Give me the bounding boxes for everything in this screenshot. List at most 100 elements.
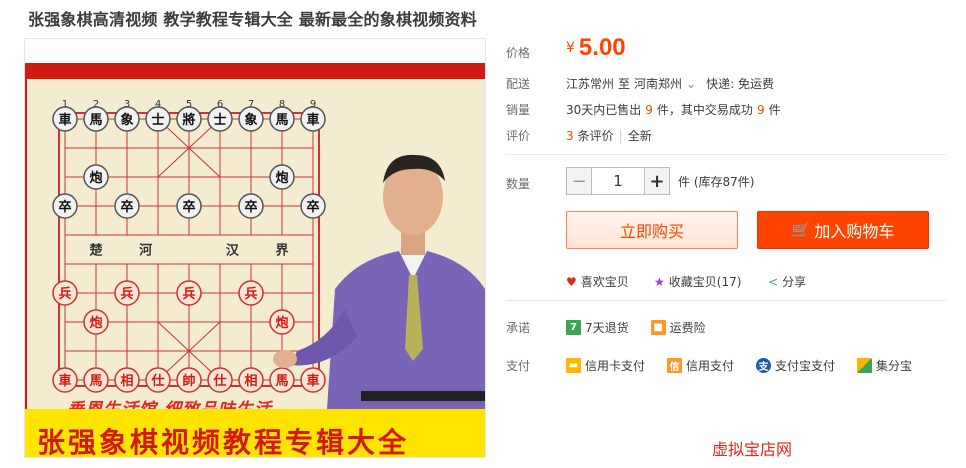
svg-text:車: 車 <box>58 112 71 128</box>
quantity-plus-button[interactable]: + <box>644 167 670 195</box>
reviews-label: 评价 <box>506 129 531 143</box>
svg-text:帥: 帥 <box>182 373 195 389</box>
share-label: 分享 <box>782 275 807 289</box>
favorite-button[interactable]: ★ 收藏宝贝(17) <box>654 273 741 290</box>
xiangqi-piece: 車 <box>300 106 326 132</box>
svg-text:仕: 仕 <box>212 373 226 389</box>
alipay-payment[interactable]: 支 支付宝支付 <box>756 357 835 374</box>
svg-text:卒: 卒 <box>182 199 195 215</box>
payment-label: 支付 <box>506 359 531 373</box>
shipping-info: 江苏常州 至 河南郑州 ⌄ 快递: 免运费 <box>566 75 774 92</box>
xiangqi-piece: 相 <box>114 367 140 393</box>
quantity-stepper: − 1 + 件 (库存87件) <box>566 166 754 196</box>
xiangqi-piece: 炮 <box>83 309 109 335</box>
promise-label: 承诺 <box>506 321 531 335</box>
review-count[interactable]: 3 <box>566 129 574 143</box>
xiangqi-piece: 卒 <box>300 193 326 219</box>
xiangqi-piece: 卒 <box>176 193 202 219</box>
xiangqi-piece: 車 <box>300 367 326 393</box>
xiangqi-piece: 士 <box>207 106 233 132</box>
buy-now-button[interactable]: 立即购买 <box>566 211 738 249</box>
xiangqi-piece: 象 <box>114 106 140 132</box>
payment-methods: ▬ 信用卡支付 信 信用支付 支 支付宝支付 集分宝 <box>566 357 934 374</box>
svg-text:兵: 兵 <box>58 286 71 302</box>
xiangqi-piece: 兵 <box>52 280 78 306</box>
sales-suffix: 件 <box>768 103 781 117</box>
store-link[interactable]: 虚拟宝店网 <box>712 436 792 460</box>
svg-text:相: 相 <box>244 373 257 389</box>
add-to-cart-button[interactable]: 🛒 加入购物车 <box>757 211 929 249</box>
xiangqi-piece: 車 <box>52 367 78 393</box>
shipping-insurance[interactable]: ■ 运费险 <box>650 319 706 336</box>
quantity-label: 数量 <box>506 177 531 191</box>
xiangqi-piece: 馬 <box>269 367 295 393</box>
shipping-insurance-label: 运费险 <box>669 321 706 335</box>
quantity-input[interactable]: 1 <box>592 167 644 195</box>
xiangqi-piece: 炮 <box>269 164 295 190</box>
sales-mid-text: 件，其中交易成功 <box>656 103 753 117</box>
image-banner-text: 张强象棋视频教程专辑大全 <box>37 426 410 458</box>
xiangqi-piece: 兵 <box>114 280 140 306</box>
svg-text:士: 士 <box>151 112 164 128</box>
svg-text:將: 將 <box>182 112 195 128</box>
svg-text:炮: 炮 <box>275 170 288 186</box>
credit-card-label: 信用卡支付 <box>585 359 646 373</box>
xiangqi-piece: 象 <box>238 106 264 132</box>
price-amount: 5.00 <box>578 34 626 61</box>
river-label: 楚 <box>89 243 103 259</box>
svg-text:車: 車 <box>306 373 319 389</box>
credit-pay-icon: 信 <box>667 358 683 373</box>
sales-success-count: 9 <box>756 102 765 117</box>
like-button[interactable]: ♥ 喜欢宝贝 <box>566 273 629 290</box>
svg-text:卒: 卒 <box>120 199 133 215</box>
svg-text:馬: 馬 <box>275 113 288 128</box>
share-button[interactable]: < 分享 <box>768 273 806 290</box>
promise-info: 7 7天退货 ■ 运费险 <box>566 319 728 336</box>
star-icon: ★ <box>654 274 665 289</box>
xiangqi-piece: 馬 <box>269 106 295 132</box>
svg-text:車: 車 <box>306 112 319 128</box>
seven-day-return-icon: 7 <box>566 320 581 335</box>
credit-payment[interactable]: 信 信用支付 <box>667 357 734 374</box>
credit-card-payment[interactable]: ▬ 信用卡支付 <box>566 357 645 374</box>
price-currency: ¥ <box>566 40 575 56</box>
review-condition: 全新 <box>627 129 652 143</box>
svg-text:卒: 卒 <box>58 199 71 215</box>
seven-day-return[interactable]: 7 7天退货 <box>566 319 629 336</box>
xiangqi-piece: 兵 <box>238 280 264 306</box>
shipping-destination-select[interactable]: 河南郑州 <box>634 75 682 92</box>
board-river-labels: 楚河汉界 <box>89 243 288 259</box>
seven-day-return-label: 7天退货 <box>585 321 629 335</box>
svg-text:炮: 炮 <box>275 315 288 331</box>
xiangqi-piece: 炮 <box>269 309 295 335</box>
product-title: 张强象棋高清视频 教学教程专辑大全 最新最全的象棋视频资料 <box>28 10 477 29</box>
svg-text:卒: 卒 <box>306 199 319 215</box>
alipay-label: 支付宝支付 <box>775 359 836 373</box>
review-separator: | <box>618 128 623 143</box>
xiangqi-board-panel: 123456789 車馬象士將士象馬車炮炮卒卒卒卒卒兵兵兵兵炮炮車馬相仕帥仕相馬… <box>27 79 485 420</box>
svg-text:兵: 兵 <box>244 286 257 302</box>
alipay-icon: 支 <box>756 358 772 373</box>
review-count-text[interactable]: 条评价 <box>578 127 614 144</box>
quantity-minus-button[interactable]: − <box>566 167 592 195</box>
xiangqi-piece: 卒 <box>114 193 140 219</box>
sales-prefix: 30天内已售出 <box>566 103 642 117</box>
xiangqi-piece: 卒 <box>52 193 78 219</box>
chevron-down-icon[interactable]: ⌄ <box>686 77 696 91</box>
cart-icon: 🛒 <box>791 221 811 239</box>
product-main-image[interactable]: 123456789 車馬象士將士象馬車炮炮卒卒卒卒卒兵兵兵兵炮炮車馬相仕帥仕相馬… <box>24 38 486 458</box>
svg-text:車: 車 <box>58 373 71 389</box>
xiangqi-piece: 車 <box>52 106 78 132</box>
svg-text:象: 象 <box>244 112 257 128</box>
jifenbao-icon <box>857 358 873 373</box>
svg-text:兵: 兵 <box>120 286 133 302</box>
xiangqi-piece: 士 <box>145 106 171 132</box>
heart-icon: ♥ <box>566 274 577 289</box>
xiangqi-board: 123456789 車馬象士將士象馬車炮 炮卒卒卒卒卒兵兵兵兵炮 炮車馬相仕帥仕相馬… <box>52 99 485 409</box>
jifenbao-payment[interactable]: 集分宝 <box>857 357 912 374</box>
sales-info: 30天内已售出 9 件，其中交易成功 9 件 <box>566 101 781 118</box>
svg-text:卒: 卒 <box>244 199 257 215</box>
svg-text:仕: 仕 <box>150 373 164 389</box>
sales-sold-count: 9 <box>645 102 653 117</box>
svg-text:炮: 炮 <box>89 315 102 331</box>
